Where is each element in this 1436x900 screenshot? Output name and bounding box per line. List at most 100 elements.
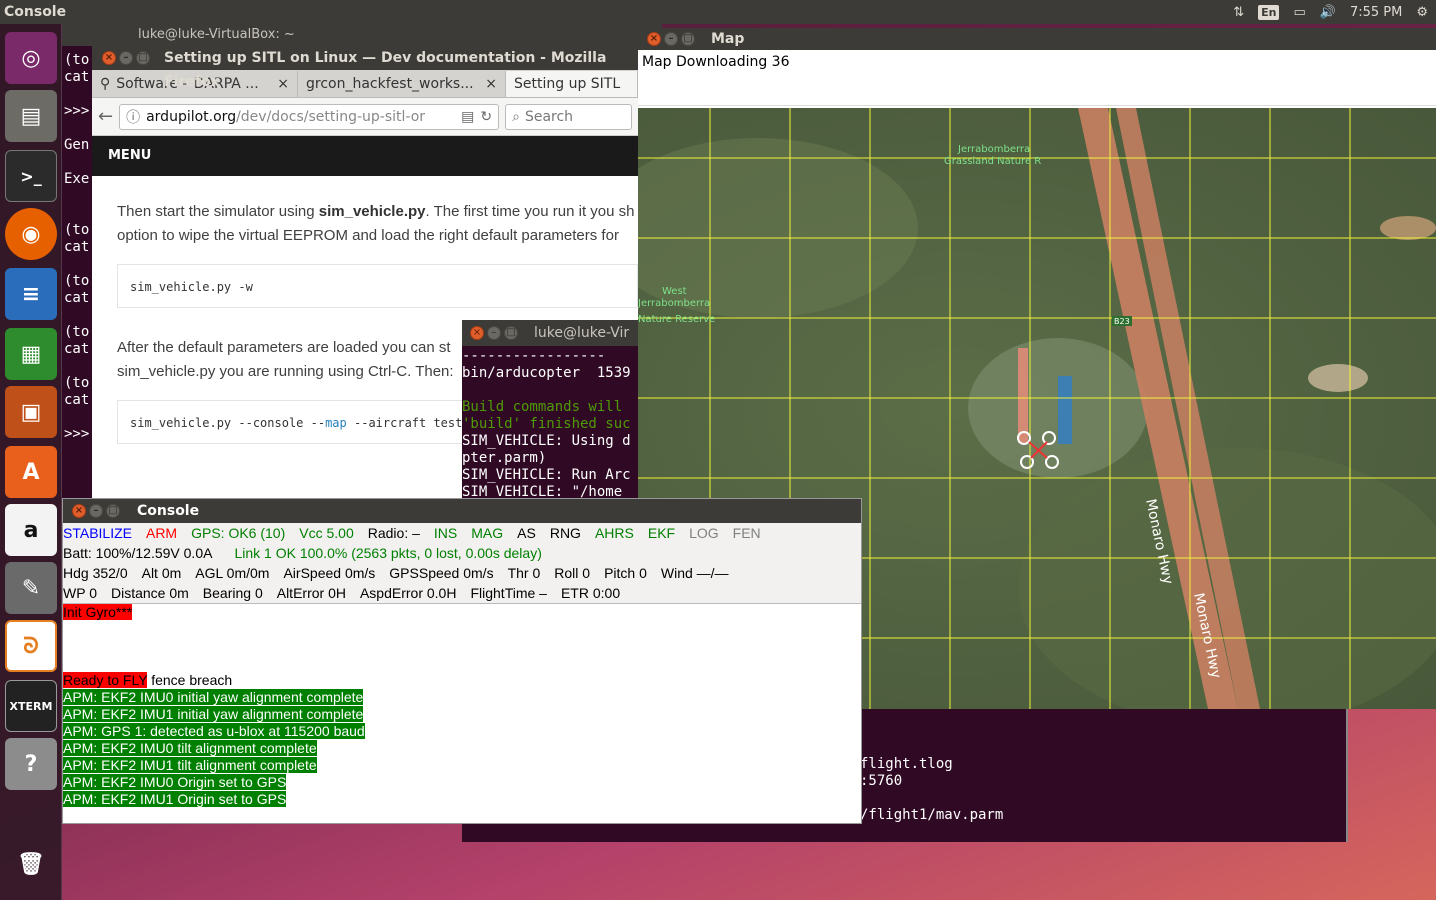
close-icon[interactable]: × <box>102 51 116 65</box>
window-titlebar: × – □ Map <box>638 28 1436 50</box>
tab-grcon[interactable]: grcon_hackfest_works... × <box>298 71 506 97</box>
close-tab-icon[interactable]: × <box>485 76 497 92</box>
paragraph: Then start the simulator using sim_vehic… <box>117 203 635 244</box>
status-indicator: LOG <box>689 525 719 541</box>
maximize-icon[interactable]: □ <box>136 51 150 65</box>
status-value: ETR 0:00 <box>560 585 621 601</box>
files-icon[interactable]: ▤ <box>5 90 57 142</box>
close-icon[interactable]: × <box>647 32 661 46</box>
status-value: FlightTime – <box>470 585 547 601</box>
window-title: luke@luke-VirtualBox: ~ <box>62 24 662 46</box>
sitl-terminal-window[interactable]: × – □ luke@luke-Vir ----------------- bin/… <box>462 320 642 500</box>
trash-icon[interactable]: 🗑 <box>5 838 57 890</box>
status-value: Alt 0m <box>141 565 182 581</box>
status-indicator: Radio: – <box>367 525 420 541</box>
url-bar[interactable]: ⓘ ardupilot.org/dev/docs/setting-up-sitl… <box>119 103 500 130</box>
status-indicator: EKF <box>647 525 676 541</box>
status-value: AltError 0H <box>276 585 346 601</box>
status-indicator: FEN <box>732 525 761 541</box>
status-indicator: AS <box>517 525 536 541</box>
reload-icon[interactable]: ↻ <box>480 109 492 125</box>
help-icon[interactable]: ? <box>5 738 57 790</box>
tab-sitl[interactable]: Setting up SITL <box>506 71 638 97</box>
close-tab-icon[interactable]: × <box>277 76 289 92</box>
window-titlebar: × – □ luke@luke-Vir <box>462 320 642 346</box>
status-value: AirSpeed 0m/s <box>283 565 376 581</box>
window-title: Console <box>137 503 200 519</box>
info-icon[interactable]: ⓘ <box>126 107 140 127</box>
close-icon[interactable]: × <box>72 504 86 518</box>
status-value: Distance 0m <box>110 585 189 601</box>
battery-status: Batt: 100%/12.59V 0.0A <box>63 545 213 561</box>
terminal-line: Build commands will <box>462 399 623 415</box>
clock[interactable]: 7:55 PM <box>1350 5 1402 20</box>
reader-view-icon[interactable]: ▤ <box>461 109 474 125</box>
status-indicator: GPS: OK6 (10) <box>191 525 286 541</box>
search-icon: ⌕ <box>512 108 520 125</box>
terminal-line: ----------------- <box>462 348 606 364</box>
runway <box>1018 348 1028 443</box>
settings-gear-icon[interactable]: ⚙ <box>1416 5 1428 20</box>
map-label: Jerrabomberra <box>957 144 1030 155</box>
unity-launcher: ◎ ▤ >_ ◉ ≡ ▦ ▣ A a ✎ ᘐ XTERM ? 🗑 <box>0 24 62 900</box>
code-block: sim_vehicle.py -w <box>117 264 638 308</box>
close-icon[interactable]: × <box>470 326 484 340</box>
status-row: WP 0 Distance 0m Bearing 0 AltError 0H AspdE… <box>63 583 861 603</box>
active-app-title: Console <box>4 4 67 20</box>
navigation-toolbar: ← ⓘ ardupilot.org/dev/docs/setting-up-si… <box>92 98 638 136</box>
minimize-icon[interactable]: – <box>89 504 103 518</box>
status-value: Bearing 0 <box>202 585 263 601</box>
writer-icon[interactable]: ≡ <box>5 268 57 320</box>
keyboard-layout-indicator[interactable]: En <box>1258 4 1280 20</box>
software-center-icon[interactable]: A <box>5 446 57 498</box>
window-titlebar: × – □ Setting up SITL on Linux — Dev docum… <box>92 46 638 90</box>
docs-menu-button[interactable]: MENU <box>92 136 638 176</box>
status-indicator: ARM <box>145 525 178 541</box>
terminal-line: SIM_VEHICLE: Run Arc <box>462 467 631 483</box>
network-arrows-icon[interactable]: ⇅ <box>1233 5 1244 20</box>
search-input[interactable]: ⌕ Search <box>505 103 632 130</box>
hangar <box>1058 376 1072 444</box>
system-settings-icon[interactable]: ✎ <box>5 562 57 614</box>
log-line: APM: GPS 1: detected as u-blox at 115200… <box>63 723 365 739</box>
status-value: Roll 0 <box>554 565 591 581</box>
status-indicator: MAG <box>471 525 504 541</box>
status-value: Hdg 352/0 <box>63 565 128 581</box>
amazon-icon[interactable]: a <box>5 504 57 556</box>
minimize-icon[interactable]: – <box>664 32 678 46</box>
maximize-icon[interactable]: □ <box>681 32 695 46</box>
log-line: APM: EKF2 IMU1 initial yaw alignment com… <box>63 706 364 722</box>
status-value: AspdError 0.0H <box>359 585 457 601</box>
status-value: AGL 0m/0m <box>195 565 270 581</box>
log-line: Ready to FLY <box>63 672 148 688</box>
volume-icon[interactable]: 🔊 <box>1320 5 1336 20</box>
status-indicator: AHRS <box>594 525 634 541</box>
status-indicator: STABILIZE <box>63 525 132 541</box>
status-indicator: Vcc 5.00 <box>299 525 354 541</box>
battery-icon[interactable]: ▭ <box>1293 5 1305 20</box>
maximize-icon[interactable]: □ <box>106 504 120 518</box>
status-value: Thr 0 <box>507 565 541 581</box>
maximize-icon[interactable]: □ <box>504 326 518 340</box>
ubuntu-dash-icon[interactable]: ◎ <box>5 32 57 84</box>
mavproxy-console-window[interactable]: × – □ Console STABILIZE ARM GPS: OK6 (10) Vcc… <box>62 498 862 824</box>
status-row: STABILIZE ARM GPS: OK6 (10) Vcc 5.00 Radio: … <box>63 523 861 543</box>
back-icon[interactable]: ← <box>98 106 113 127</box>
xterm-icon[interactable]: XTERM <box>5 680 57 732</box>
terminal-icon[interactable]: >_ <box>5 150 57 202</box>
mission-planner-icon[interactable]: ᘐ <box>5 620 57 672</box>
message-log: Init Gyro*** Ready to FLY fence breach A… <box>63 603 861 823</box>
calc-icon[interactable]: ▦ <box>5 328 57 380</box>
status-value: WP 0 <box>63 585 97 601</box>
log-line: fence breach <box>147 672 233 688</box>
minimize-icon[interactable]: – <box>119 51 133 65</box>
impress-icon[interactable]: ▣ <box>5 386 57 438</box>
map-status-text: Map Downloading 36 <box>638 50 1436 106</box>
map-label: Grassland Nature R <box>944 156 1041 167</box>
status-row: Hdg 352/0 Alt 0m AGL 0m/0m AirSpeed 0m/s GPS… <box>63 563 861 583</box>
firefox-icon[interactable]: ◉ <box>5 208 57 260</box>
terminal-line: bin/arducopter 1539 <box>462 365 631 381</box>
minimize-icon[interactable]: – <box>487 326 501 340</box>
log-line: APM: EKF2 IMU1 tilt alignment complete <box>63 757 317 773</box>
terminal-line: pter.parm) <box>462 450 547 466</box>
